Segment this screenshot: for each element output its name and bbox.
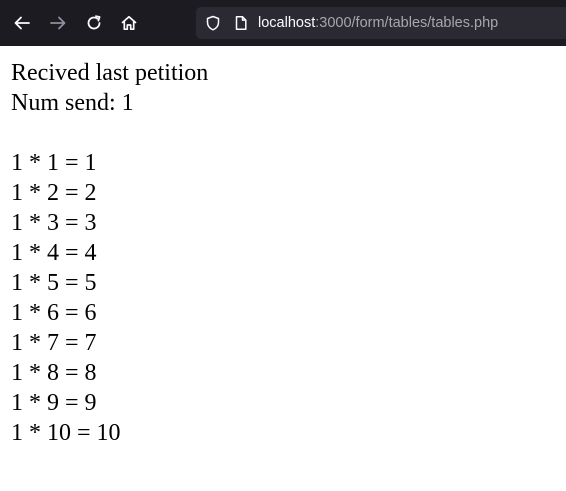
multiplication-table: 1 * 1 = 1 1 * 2 = 2 1 * 3 = 3 1 * 4 = 4 … [11,148,208,448]
home-button[interactable] [116,9,142,37]
browser-toolbar: localhost:3000/form/tables/tables.php [0,0,566,46]
reload-icon [87,15,101,30]
shield-icon[interactable] [205,15,221,31]
table-row: 1 * 8 = 8 [11,360,97,386]
home-icon [121,15,137,31]
url-path: :3000/form/tables/tables.php [315,15,499,31]
page-icon[interactable] [233,15,249,31]
line-break [11,118,208,148]
reload-button[interactable] [81,9,107,37]
arrow-right-icon [50,16,66,30]
table-row: 1 * 5 = 5 [11,270,97,296]
table-row: 1 * 7 = 7 [11,330,97,356]
url-bar[interactable]: localhost:3000/form/tables/tables.php [196,7,566,39]
table-row: 1 * 10 = 10 [11,420,121,446]
url-text[interactable]: localhost:3000/form/tables/tables.php [258,14,498,32]
table-row: 1 * 4 = 4 [11,240,97,266]
forward-button[interactable] [45,9,71,37]
table-row: 1 * 3 = 3 [11,210,97,236]
page-heading: Recived last petition [11,60,209,86]
num-send-text: Num send: 1 [11,90,134,116]
back-button[interactable] [9,9,35,37]
table-row: 1 * 9 = 9 [11,390,97,416]
table-row: 1 * 6 = 6 [11,300,97,326]
url-host: localhost [258,15,316,31]
table-row: 1 * 2 = 2 [11,180,97,206]
page-content: Recived last petition Num send: 1 1 * 1 … [11,58,208,448]
table-row: 1 * 1 = 1 [11,150,97,176]
arrow-left-icon [14,16,30,30]
